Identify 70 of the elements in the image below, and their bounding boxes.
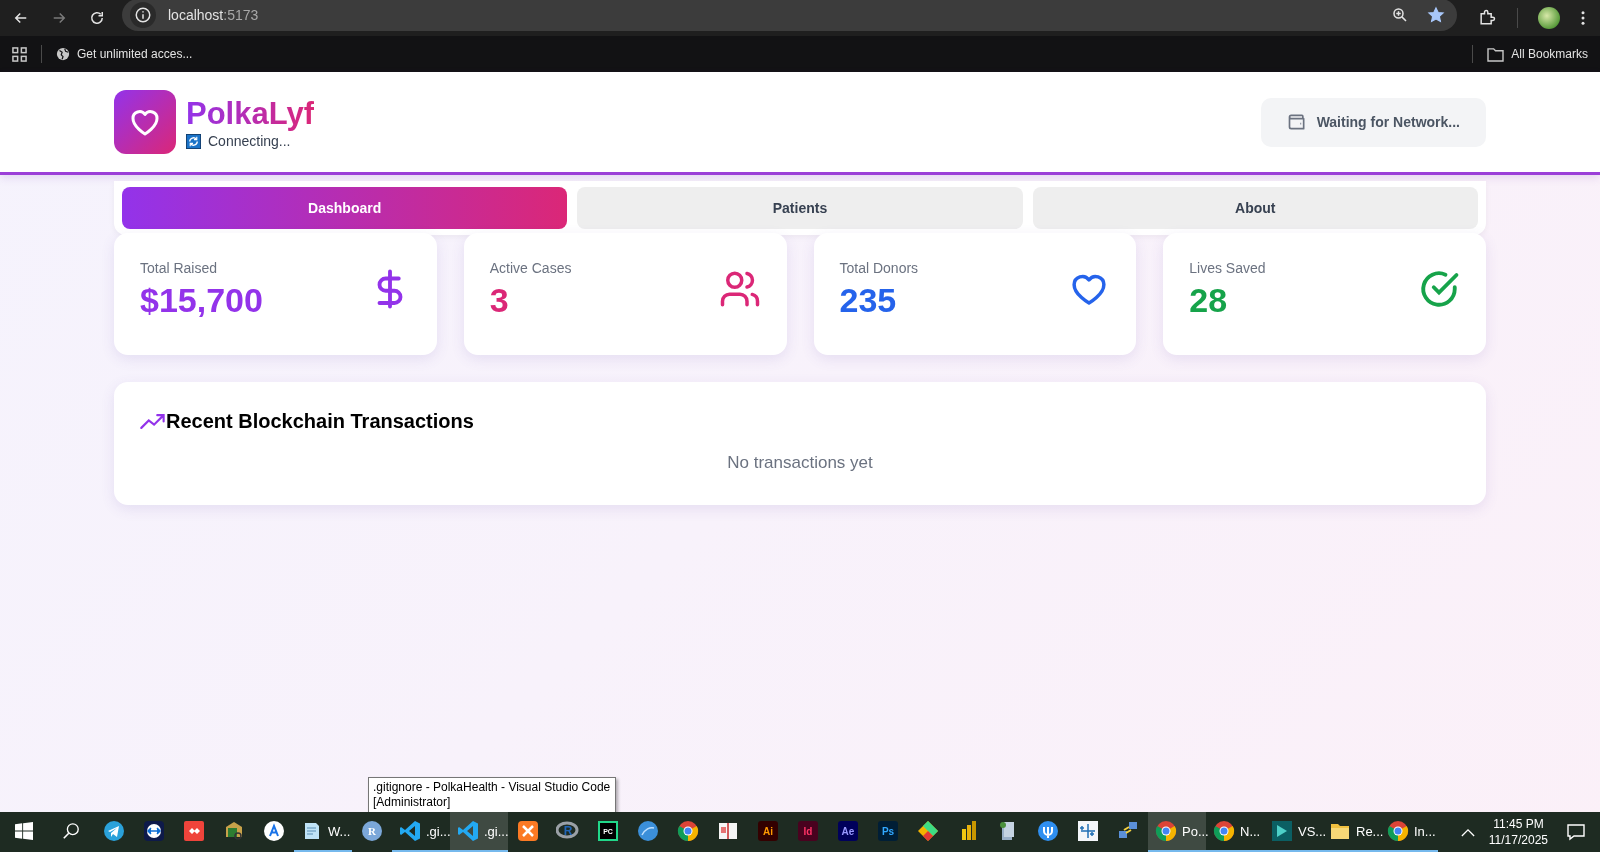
apps-icon[interactable] bbox=[12, 46, 27, 62]
app-icon bbox=[182, 819, 206, 843]
app-icon bbox=[1154, 819, 1178, 843]
search-icon bbox=[61, 822, 80, 840]
stat-label: Total Raised bbox=[140, 260, 219, 276]
app-icon bbox=[1076, 819, 1100, 843]
empty-message: No transactions yet bbox=[726, 453, 874, 473]
app-icon bbox=[102, 819, 126, 843]
clock-date: 11/17/2025 bbox=[1488, 832, 1548, 848]
globe-icon bbox=[56, 47, 70, 61]
zoom-icon[interactable] bbox=[1391, 6, 1409, 24]
notification-icon[interactable] bbox=[1566, 822, 1586, 842]
info-icon bbox=[130, 2, 156, 28]
app-icon bbox=[262, 819, 286, 843]
app-icon: Ai bbox=[756, 819, 780, 843]
avatar[interactable] bbox=[1538, 7, 1560, 29]
app-icon: Ae bbox=[836, 819, 860, 843]
address-bar[interactable]: localhost:5173 bbox=[122, 0, 1457, 31]
wallet-icon bbox=[1286, 112, 1307, 132]
menu-icon[interactable] bbox=[1580, 9, 1586, 27]
stat-value: 3 bbox=[489, 280, 510, 320]
tab[interactable]: About bbox=[1032, 187, 1478, 229]
clock-time: 11:45 PM bbox=[1493, 816, 1544, 832]
section-title: Recent Blockchain Transactions bbox=[166, 410, 474, 433]
taskbar-button[interactable]: W... bbox=[294, 812, 352, 852]
stat-value: 235 bbox=[839, 280, 898, 320]
app-icon bbox=[636, 819, 660, 843]
tooltip: .gitignore - PolkaHealth - Visual Studio Code [Administrator] bbox=[368, 777, 616, 813]
taskbar-button[interactable]: Ai bbox=[748, 812, 788, 852]
chevron-up-icon[interactable] bbox=[1460, 827, 1475, 837]
taskbar-button[interactable]: Po... bbox=[1148, 812, 1206, 852]
windows-logo-icon bbox=[14, 822, 33, 840]
app-icon bbox=[1270, 819, 1294, 843]
reload-icon[interactable] bbox=[88, 9, 106, 27]
heart-logo-icon bbox=[114, 90, 176, 154]
wallet-button[interactable]: Waiting for Network... bbox=[1260, 97, 1486, 147]
taskbar-button[interactable]: Id bbox=[788, 812, 828, 852]
bookmark-item[interactable]: Get unlimited acces... bbox=[56, 47, 193, 61]
app-icon: R bbox=[360, 819, 384, 843]
taskbar-button[interactable]: .gi... bbox=[450, 812, 508, 852]
app-icon: Ps bbox=[876, 819, 900, 843]
taskbar-button[interactable]: Ps bbox=[868, 812, 908, 852]
app-icon: Id bbox=[796, 819, 820, 843]
stat-label: Active Cases bbox=[489, 260, 572, 276]
extensions-icon[interactable] bbox=[1477, 8, 1497, 28]
app-icon bbox=[398, 819, 422, 843]
app-icon bbox=[142, 819, 166, 843]
connection-status: Connecting... bbox=[208, 133, 291, 149]
all-bookmarks-button[interactable]: All Bookmarks bbox=[1487, 46, 1588, 62]
app-icon bbox=[456, 819, 480, 843]
url-text: localhost:5173 bbox=[168, 7, 259, 23]
app-icon bbox=[1212, 819, 1236, 843]
tab[interactable]: Dashboard bbox=[122, 187, 568, 229]
folder-icon bbox=[1487, 46, 1505, 62]
stat-label: Lives Saved bbox=[1189, 260, 1266, 276]
tab[interactable]: Patients bbox=[577, 187, 1023, 229]
sync-icon bbox=[186, 133, 201, 149]
stat-value: $15,700 bbox=[140, 280, 263, 320]
app-icon bbox=[1036, 819, 1060, 843]
star-icon[interactable] bbox=[1427, 6, 1445, 24]
app-icon bbox=[676, 819, 700, 843]
taskbar-button[interactable]: .gi... bbox=[392, 812, 450, 852]
check-circle-icon bbox=[1418, 268, 1460, 310]
taskbar-button[interactable]: Ae bbox=[828, 812, 868, 852]
app-icon bbox=[1386, 819, 1410, 843]
app-icon bbox=[516, 819, 540, 843]
stat-value: 28 bbox=[1189, 280, 1229, 320]
stat-label: Total Donors bbox=[839, 260, 919, 276]
app-icon bbox=[916, 819, 940, 843]
trending-up-icon bbox=[140, 413, 166, 430]
